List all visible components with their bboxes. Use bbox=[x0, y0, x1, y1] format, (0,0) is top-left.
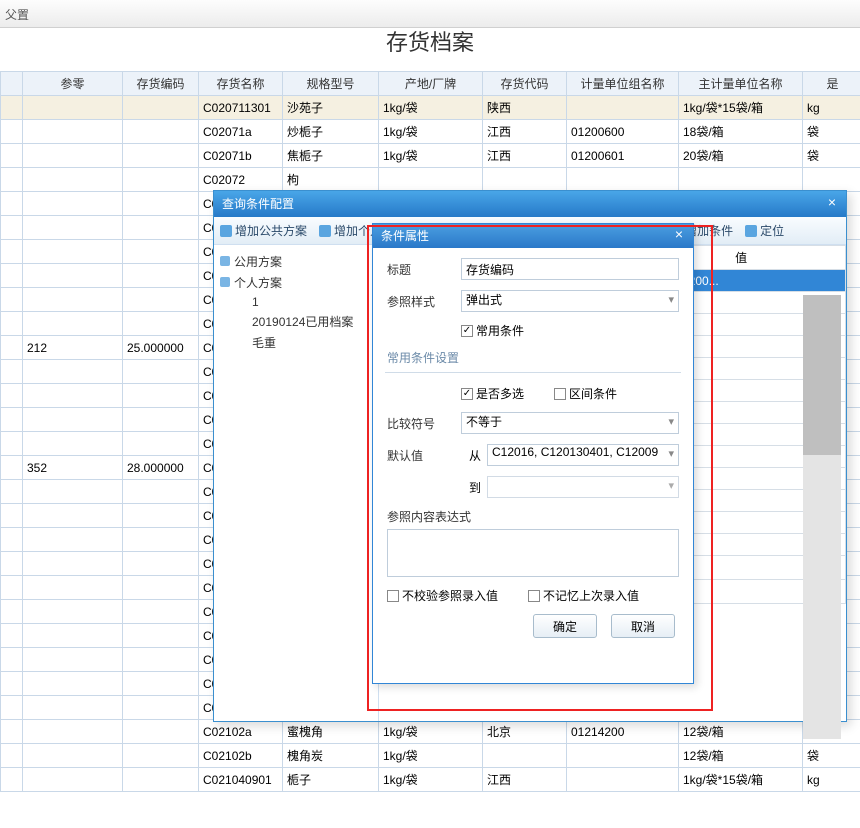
cancel-button[interactable]: 取消 bbox=[611, 614, 675, 638]
table-row[interactable]: C02071a炒栀子1kg/袋江西0120060018袋/箱袋 bbox=[1, 120, 860, 144]
grid-col[interactable]: 存货名称 bbox=[199, 72, 283, 96]
table-row[interactable]: C02102b槐角炭1kg/袋12袋/箱袋 bbox=[1, 744, 860, 768]
folder-icon bbox=[220, 277, 230, 287]
scheme-tree[interactable]: 公用方案 个人方案 120190124已用档案毛重 bbox=[214, 245, 379, 721]
scrollbar[interactable] bbox=[803, 295, 841, 739]
default-to-select[interactable] bbox=[487, 476, 679, 498]
grid-col[interactable]: 参零 bbox=[23, 72, 123, 96]
table-row[interactable]: C02071b焦栀子1kg/袋江西0120060120袋/箱袋 bbox=[1, 144, 860, 168]
tree-public[interactable]: 公用方案 bbox=[234, 255, 282, 269]
condition-property-title: 条件属性 × bbox=[373, 224, 693, 248]
tree-child[interactable]: 1 bbox=[218, 293, 374, 311]
query-config-title-text: 查询条件配置 bbox=[222, 197, 294, 211]
cmp-select[interactable]: 不等于 bbox=[461, 412, 679, 434]
toolbar-item[interactable]: 增加公共方案 bbox=[220, 222, 307, 239]
header-tag: 父置 bbox=[5, 6, 29, 23]
toolbar-icon bbox=[319, 225, 331, 237]
label-to: 到 bbox=[461, 479, 487, 496]
tree-child[interactable]: 20190124已用档案 bbox=[218, 311, 374, 332]
table-row[interactable]: C021040901栀子1kg/袋江西1kg/袋*15袋/箱kg bbox=[1, 768, 860, 792]
grid-col[interactable]: 存货编码 bbox=[123, 72, 199, 96]
query-config-dialog: 查询条件配置 × 增加公共方案增加个人方案删除方案显示常用上移下移增加条件定位 … bbox=[213, 190, 847, 722]
noremember-checkbox[interactable]: 不记忆上次录入值 bbox=[528, 587, 639, 604]
expr-textarea[interactable] bbox=[387, 529, 679, 577]
label-from: 从 bbox=[461, 447, 487, 464]
default-from-select[interactable]: C12016, C120130401, C12009 bbox=[487, 444, 679, 466]
folder-icon bbox=[220, 256, 230, 266]
range-checkbox[interactable]: 区间条件 bbox=[554, 385, 617, 402]
common-cond-checkbox[interactable]: ✓常用条件 bbox=[461, 322, 524, 339]
table-row[interactable]: C02102a蜜槐角1kg/袋北京0121420012袋/箱袋 bbox=[1, 720, 860, 744]
fieldset-label: 常用条件设置 bbox=[387, 349, 679, 366]
toolbar-item[interactable]: 定位 bbox=[745, 222, 784, 239]
grid-col[interactable]: 主计量单位名称 bbox=[679, 72, 803, 96]
grid-col[interactable]: 产地/厂牌 bbox=[379, 72, 483, 96]
query-config-title: 查询条件配置 × bbox=[214, 191, 846, 217]
toolbar-icon bbox=[745, 225, 757, 237]
close-icon[interactable]: × bbox=[669, 225, 689, 245]
nocheck-checkbox[interactable]: 不校验参照录入值 bbox=[387, 587, 498, 604]
condition-property-dialog: 条件属性 × 标题 参照样式 弹出式 ✓常用条件 常用条件设置 ✓是否多选 区间… bbox=[372, 223, 694, 684]
label-title: 标题 bbox=[387, 261, 461, 278]
refstyle-select[interactable]: 弹出式 bbox=[461, 290, 679, 312]
label-default: 默认值 bbox=[387, 447, 461, 464]
close-icon[interactable]: × bbox=[822, 193, 842, 213]
toolbar-icon bbox=[220, 225, 232, 237]
title-input[interactable] bbox=[461, 258, 679, 280]
label-refstyle: 参照样式 bbox=[387, 293, 461, 310]
grid-col[interactable]: 存货代码 bbox=[483, 72, 567, 96]
label-expr: 参照内容表达式 bbox=[387, 508, 471, 525]
multi-checkbox[interactable]: ✓是否多选 bbox=[461, 385, 524, 402]
grid-col[interactable]: 计量单位组名称 bbox=[567, 72, 679, 96]
grid-col[interactable]: 规格型号 bbox=[283, 72, 379, 96]
table-row[interactable]: C020711301沙苑子1kg/袋陕西1kg/袋*15袋/箱kg bbox=[1, 96, 860, 120]
ok-button[interactable]: 确定 bbox=[533, 614, 597, 638]
tree-personal[interactable]: 个人方案 bbox=[234, 276, 282, 290]
grid-col[interactable]: 是 bbox=[803, 72, 860, 96]
label-cmp: 比较符号 bbox=[387, 415, 461, 432]
tree-child[interactable]: 毛重 bbox=[218, 332, 374, 353]
table-row[interactable]: C02072枸 bbox=[1, 168, 860, 192]
